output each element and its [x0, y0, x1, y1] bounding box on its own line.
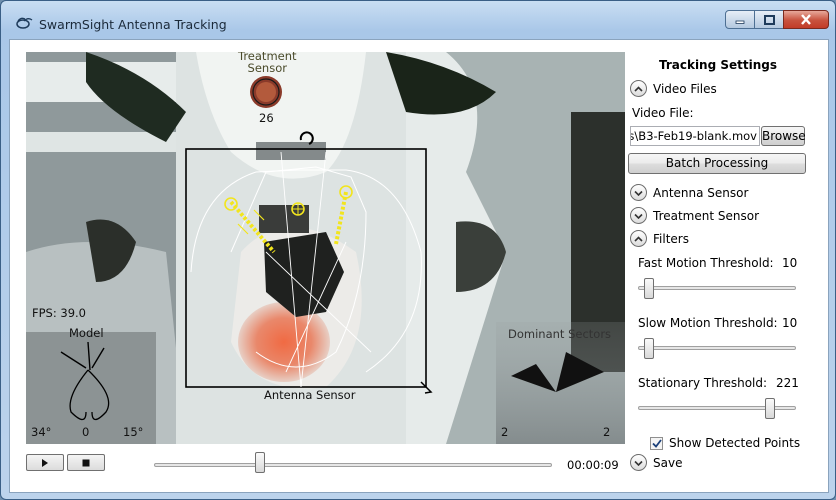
client-area: Treatment Sensor 26 FPS: 39.0 Model 34° …: [9, 39, 829, 493]
stop-button[interactable]: [67, 454, 105, 471]
fast-motion-label: Fast Motion Threshold:: [638, 256, 774, 270]
video-file-label: Video File:: [632, 106, 694, 120]
swarmsight-app-icon: [16, 17, 33, 29]
angle-center-label: 0: [82, 425, 90, 439]
stationary-value: 221: [776, 376, 799, 390]
maximize-icon: [763, 14, 775, 25]
slow-motion-track[interactable]: [638, 346, 796, 350]
play-icon: [42, 458, 48, 467]
model-diagram: [60, 341, 110, 421]
chevron-down-icon: [630, 184, 647, 201]
chevron-up-icon: [630, 230, 647, 247]
treatment-sensor-circle: [252, 78, 280, 106]
window-title: SwarmSight Antenna Tracking: [39, 17, 227, 32]
close-button[interactable]: [783, 10, 829, 29]
video-files-label: Video Files: [653, 81, 717, 96]
chevron-down-icon: [630, 454, 647, 471]
checkmark-icon: [651, 438, 662, 448]
video-file-input[interactable]: C:\Users\Documents\B3-Feb19-blank.mov: [630, 126, 760, 146]
slow-motion-label: Slow Motion Threshold:: [638, 316, 778, 330]
save-expander[interactable]: Save: [630, 454, 682, 471]
treatment-sensor-expander[interactable]: Treatment Sensor: [630, 207, 759, 224]
seek-thumb[interactable]: [254, 452, 265, 473]
tracking-overlay: [60, 78, 604, 421]
seek-track[interactable]: [154, 463, 552, 467]
slow-motion-slider-thumb[interactable]: [643, 338, 654, 359]
fast-motion-track[interactable]: [638, 286, 796, 290]
antenna-sensor-expander[interactable]: Antenna Sensor: [630, 184, 748, 201]
slow-motion-value: 10: [782, 316, 798, 330]
video-frame[interactable]: Treatment Sensor 26 FPS: 39.0 Model 34° …: [26, 52, 625, 444]
dominant-sectors-chart: [511, 352, 604, 392]
chevron-down-icon: [630, 207, 647, 224]
angle-left-label: 34°: [31, 425, 52, 439]
sector-left-count: 2: [501, 425, 509, 439]
dominant-sectors-label: Dominant Sectors: [508, 327, 612, 341]
treatment-sensor-label: Treatment Sensor: [238, 52, 297, 75]
show-points-label: Show Detected Points: [669, 436, 801, 450]
show-points-checkbox[interactable]: Show Detected Points: [650, 436, 800, 450]
model-label: Model: [69, 326, 104, 340]
chevron-up-icon: [630, 80, 647, 97]
angle-right-label: 15°: [123, 425, 144, 439]
app-window: SwarmSight Antenna Tracking Treatment Se…: [0, 0, 836, 500]
treatment-sensor-section-label: Treatment Sensor: [653, 208, 760, 223]
panel-title: Tracking Settings: [658, 58, 778, 72]
checkbox-box[interactable]: [650, 436, 663, 450]
browse-button[interactable]: Browse: [761, 126, 806, 146]
close-icon: [801, 14, 811, 25]
antenna-sensor-label: Antenna Sensor: [264, 388, 356, 402]
antenna-sensor-section-label: Antenna Sensor: [653, 185, 749, 200]
caption-buttons: [725, 10, 829, 30]
sector-right-count: 2: [603, 425, 611, 439]
fast-motion-slider-thumb[interactable]: [643, 278, 654, 299]
play-button[interactable]: [26, 454, 64, 471]
fps-readout: FPS: 39.0: [32, 306, 86, 320]
video-files-expander[interactable]: Video Files: [630, 80, 717, 97]
save-label: Save: [653, 455, 683, 470]
maximize-button[interactable]: [754, 10, 784, 29]
filters-expander[interactable]: Filters: [630, 230, 689, 247]
filters-label: Filters: [653, 231, 689, 246]
playback-controls: [26, 452, 626, 478]
stationary-label: Stationary Threshold:: [638, 376, 768, 390]
stationary-slider-thumb[interactable]: [765, 398, 776, 419]
minimize-icon: [735, 20, 745, 24]
minimize-button[interactable]: [725, 10, 755, 29]
fast-motion-value: 10: [782, 256, 798, 270]
time-display: 00:00:09: [567, 458, 619, 472]
treatment-sensor-value: 26: [259, 111, 274, 125]
video-file-path: C:\Users\Documents\B3-Feb19-blank.mov: [631, 129, 757, 143]
batch-processing-button[interactable]: Batch Processing: [628, 153, 806, 174]
stop-icon: [82, 459, 90, 466]
tracking-settings-panel: Tracking Settings Video Files Video File…: [626, 52, 822, 482]
